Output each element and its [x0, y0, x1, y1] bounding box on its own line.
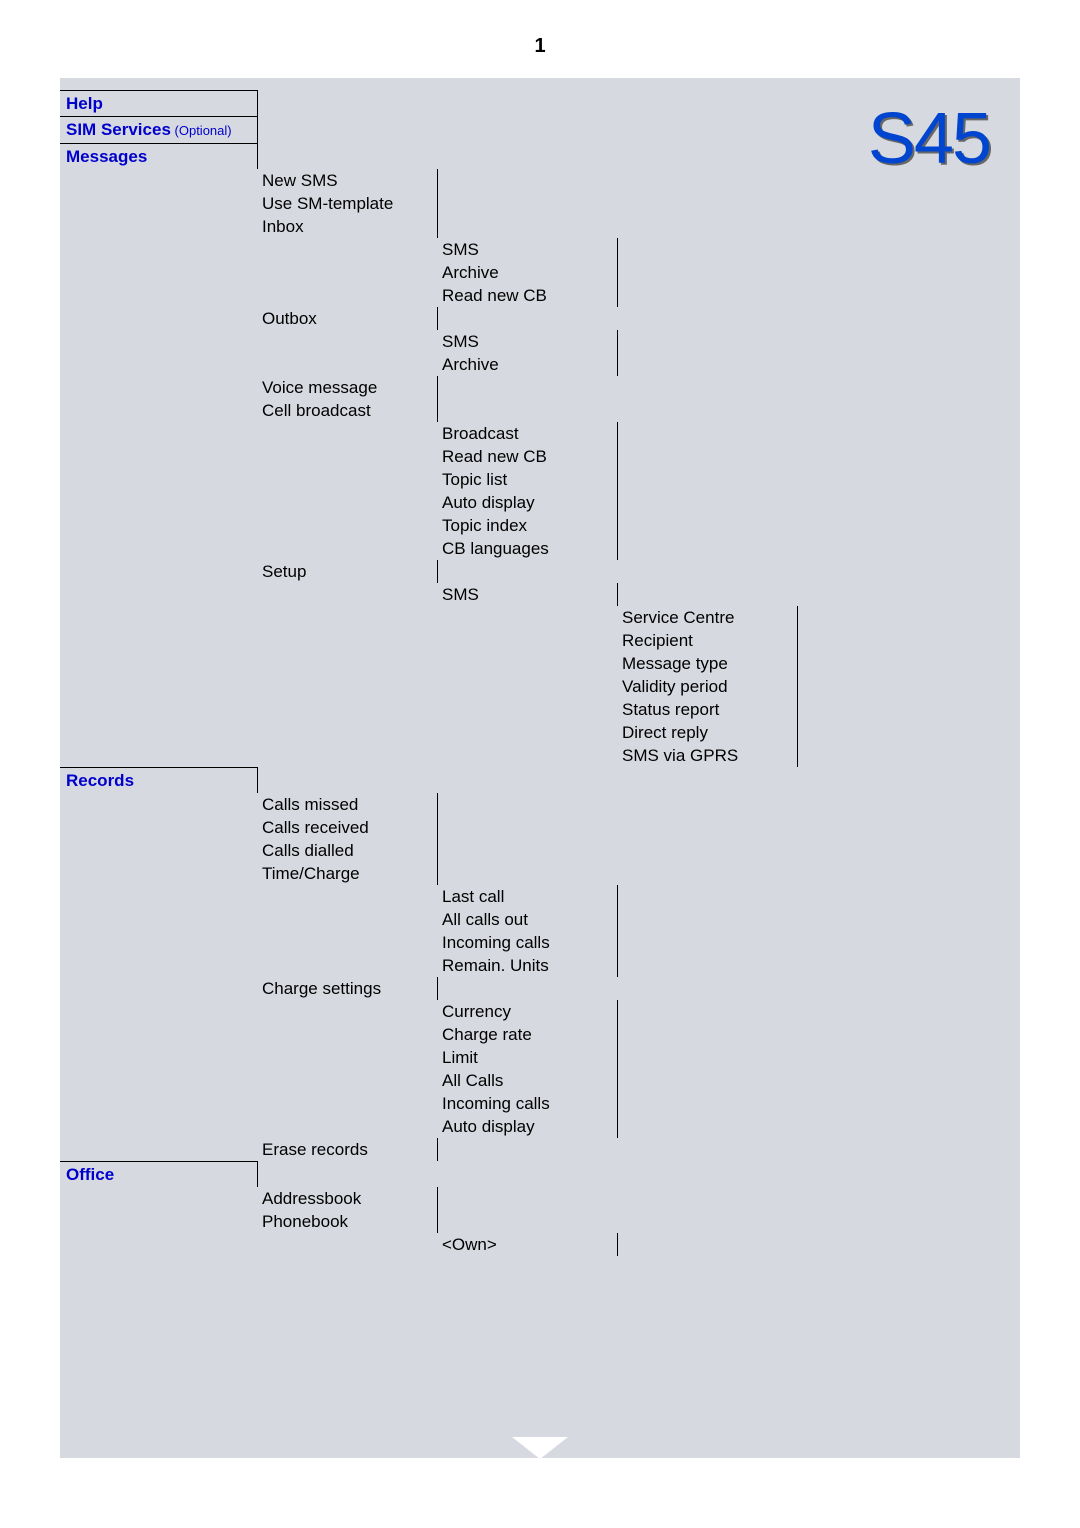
- msg-voice: Voice message: [258, 376, 438, 399]
- cs-allcalls: All Calls: [438, 1069, 618, 1092]
- msg-new-sms: New SMS: [258, 169, 438, 192]
- rec-dialled: Calls dialled: [258, 839, 438, 862]
- page-number: 1: [0, 0, 1080, 78]
- page-body: S45 Help SIM Services (Optional) Message…: [60, 78, 1020, 1458]
- rec-erase: Erase records: [258, 1138, 438, 1161]
- cb-broadcast: Broadcast: [438, 422, 618, 445]
- msg-outbox: Outbox: [258, 307, 438, 330]
- tc-allout: All calls out: [438, 908, 618, 931]
- rec-chargesettings: Charge settings: [258, 977, 438, 1000]
- outbox-archive: Archive: [438, 353, 618, 376]
- tc-incoming: Incoming calls: [438, 931, 618, 954]
- sms-servicecentre: Service Centre: [618, 606, 798, 629]
- msg-cellbroadcast: Cell broadcast: [258, 399, 438, 422]
- logo-text: S45: [868, 98, 990, 180]
- sms-msgtype: Message type: [618, 652, 798, 675]
- inbox-sms: SMS: [438, 238, 618, 261]
- sms-validity: Validity period: [618, 675, 798, 698]
- cs-autodisplay: Auto display: [438, 1115, 618, 1138]
- msg-use-template: Use SM-template: [258, 192, 438, 215]
- inbox-readnewcb: Read new CB: [438, 284, 618, 307]
- outbox-sms: SMS: [438, 330, 618, 353]
- sms-recipient: Recipient: [618, 629, 798, 652]
- cb-topiclist: Topic list: [438, 468, 618, 491]
- header-help: Help: [60, 90, 258, 116]
- sms-statusreport: Status report: [618, 698, 798, 721]
- rec-received: Calls received: [258, 816, 438, 839]
- cb-autodisplay: Auto display: [438, 491, 618, 514]
- continue-arrow-icon: [512, 1437, 568, 1459]
- cs-incoming: Incoming calls: [438, 1092, 618, 1115]
- rec-missed: Calls missed: [258, 793, 438, 816]
- msg-setup: Setup: [258, 560, 438, 583]
- header-records: Records: [60, 767, 258, 793]
- inbox-archive: Archive: [438, 261, 618, 284]
- header-messages: Messages: [60, 143, 258, 169]
- rec-timecharge: Time/Charge: [258, 862, 438, 885]
- header-sim-services: SIM Services (Optional): [60, 116, 258, 143]
- cb-topicindex: Topic index: [438, 514, 618, 537]
- cs-chargerate: Charge rate: [438, 1023, 618, 1046]
- office-addressbook: Addressbook: [258, 1187, 438, 1210]
- tc-remain: Remain. Units: [438, 954, 618, 977]
- sms-viagprs: SMS via GPRS: [618, 744, 798, 767]
- cb-readnewcb: Read new CB: [438, 445, 618, 468]
- sim-services-label: SIM Services: [66, 120, 171, 139]
- msg-inbox: Inbox: [258, 215, 438, 238]
- header-office: Office: [60, 1161, 258, 1187]
- tc-lastcall: Last call: [438, 885, 618, 908]
- cs-limit: Limit: [438, 1046, 618, 1069]
- office-phonebook: Phonebook: [258, 1210, 438, 1233]
- cb-languages: CB languages: [438, 537, 618, 560]
- setup-sms: SMS: [438, 583, 618, 606]
- cs-currency: Currency: [438, 1000, 618, 1023]
- sim-optional-label: (Optional): [171, 123, 232, 138]
- sms-directreply: Direct reply: [618, 721, 798, 744]
- pb-own: <Own>: [438, 1233, 618, 1256]
